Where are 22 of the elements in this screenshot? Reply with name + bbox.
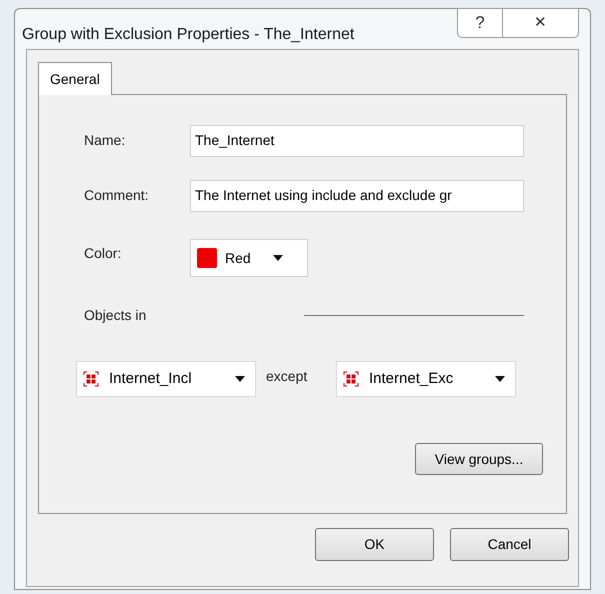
- text-field[interactable]: The Internet using include and exclude gr: [190, 180, 524, 212]
- field-label: Comment:: [84, 186, 150, 205]
- caret-icon: [495, 376, 505, 382]
- caret-icon: [235, 376, 245, 382]
- section-label: Objects in: [84, 306, 148, 325]
- exclude-dropdown[interactable]: Internet_Exc: [336, 361, 516, 397]
- caret-icon: [273, 255, 283, 261]
- field-label: Name:: [84, 131, 126, 150]
- dialog-button[interactable]: OK: [315, 528, 434, 561]
- view-groups-button[interactable]: View groups...: [415, 443, 543, 475]
- help-button[interactable]: ?: [457, 8, 503, 38]
- text-field[interactable]: The_Internet: [190, 124, 524, 156]
- field-label: Color:: [84, 244, 122, 263]
- group-icon: [343, 371, 359, 387]
- tab[interactable]: General: [38, 62, 112, 95]
- window-title: Group with Exclusion Properties - The_Internet: [22, 25, 354, 45]
- dialog-button[interactable]: Cancel: [450, 528, 569, 561]
- except-label: except: [266, 366, 308, 386]
- close-button[interactable]: ✕: [503, 8, 579, 38]
- group-icon: [83, 371, 99, 387]
- color-dropdown[interactable]: Red: [190, 239, 308, 277]
- include-dropdown[interactable]: Internet_Incl: [76, 361, 256, 397]
